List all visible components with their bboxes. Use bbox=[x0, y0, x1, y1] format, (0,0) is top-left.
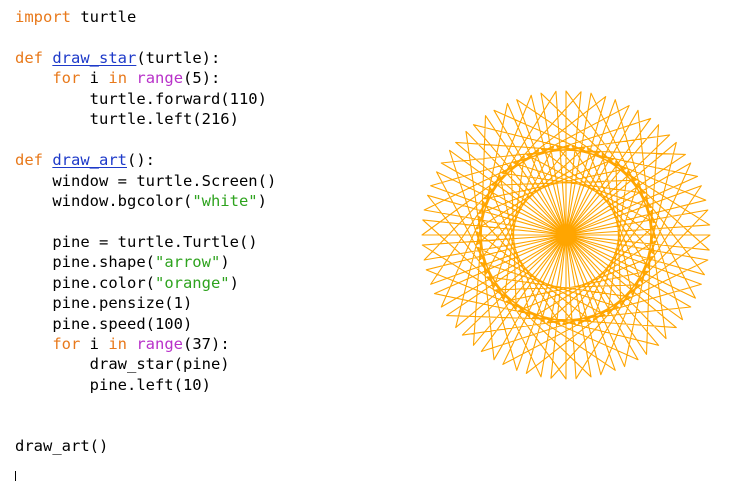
code-token: draw_star(pine) bbox=[15, 355, 230, 374]
code-token: (37): bbox=[183, 335, 230, 353]
code-line: pine = turtle.Turtle() bbox=[15, 232, 276, 252]
keyword-token: def bbox=[15, 151, 43, 170]
code-token: pine.pensize(1) bbox=[15, 294, 193, 313]
keyword-token: in bbox=[108, 335, 127, 353]
keyword-token: import bbox=[15, 8, 71, 26]
code-token: turtle bbox=[71, 8, 137, 26]
code-token: window.bgcolor( bbox=[15, 191, 193, 210]
code-token: i bbox=[80, 335, 109, 353]
turtle-star-art bbox=[421, 90, 711, 380]
code-token: pine.left(10) bbox=[15, 375, 211, 394]
code-line: ​ bbox=[15, 416, 276, 436]
code-token: pine.speed(100) bbox=[15, 314, 193, 333]
code-line: pine.speed(100) bbox=[15, 314, 276, 334]
code-token: draw_art() bbox=[15, 437, 109, 456]
function-name-token: draw_star bbox=[52, 48, 137, 67]
code-token: turtle.left(216) bbox=[15, 110, 239, 129]
code-token: turtle.forward(110) bbox=[15, 89, 267, 108]
code-token: (5): bbox=[183, 69, 221, 88]
text-cursor bbox=[15, 471, 16, 481]
code-area[interactable]: import turtle​def draw_star(turtle): for… bbox=[15, 7, 276, 457]
code-token: ) bbox=[257, 191, 267, 210]
code-line: turtle.left(216) bbox=[15, 109, 276, 129]
string-token: "white" bbox=[192, 191, 258, 210]
code-line: for i in range(37): bbox=[15, 334, 276, 354]
keyword-token: for bbox=[52, 69, 81, 88]
keyword-token: in bbox=[108, 69, 128, 88]
code-line: pine.pensize(1) bbox=[15, 293, 276, 313]
code-line: ​ bbox=[15, 211, 276, 231]
code-token: ) bbox=[229, 273, 239, 292]
code-line: pine.color("orange") bbox=[15, 273, 276, 293]
code-token: pine.color( bbox=[15, 273, 155, 292]
code-line: ​ bbox=[15, 395, 276, 415]
code-line: pine.left(10) bbox=[15, 375, 276, 395]
keyword-token: for bbox=[52, 335, 81, 353]
code-line: def draw_art(): bbox=[15, 150, 276, 170]
code-line: draw_art() bbox=[15, 436, 276, 456]
code-editor[interactable]: import turtle​def draw_star(turtle): for… bbox=[0, 0, 739, 488]
code-line: pine.shape("arrow") bbox=[15, 252, 276, 272]
builtin-token: range bbox=[136, 69, 184, 88]
string-token: "arrow" bbox=[154, 253, 221, 272]
code-token: pine.shape( bbox=[15, 253, 155, 272]
code-token: (): bbox=[127, 151, 155, 170]
code-token: window = turtle.Screen() bbox=[15, 171, 277, 190]
function-name-token: draw_art bbox=[52, 151, 127, 170]
code-line: turtle.forward(110) bbox=[15, 89, 276, 109]
code-token: ) bbox=[220, 253, 230, 272]
code-token: pine = turtle.Turtle() bbox=[15, 232, 258, 251]
code-line: draw_star(pine) bbox=[15, 354, 276, 374]
code-line: window = turtle.Screen() bbox=[15, 171, 276, 191]
string-token: "orange" bbox=[154, 273, 230, 292]
keyword-token: def bbox=[15, 48, 43, 67]
builtin-token: range bbox=[136, 335, 184, 353]
code-line: ​ bbox=[15, 27, 276, 47]
code-token: i bbox=[89, 69, 100, 88]
star-pattern-path bbox=[421, 90, 711, 380]
code-token: (turtle): bbox=[136, 48, 221, 67]
code-line: for i in range(5): bbox=[15, 68, 276, 88]
code-line: ​ bbox=[15, 130, 276, 150]
code-line: import turtle bbox=[15, 7, 276, 27]
code-line: def draw_star(turtle): bbox=[15, 48, 276, 68]
code-line: window.bgcolor("white") bbox=[15, 191, 276, 211]
